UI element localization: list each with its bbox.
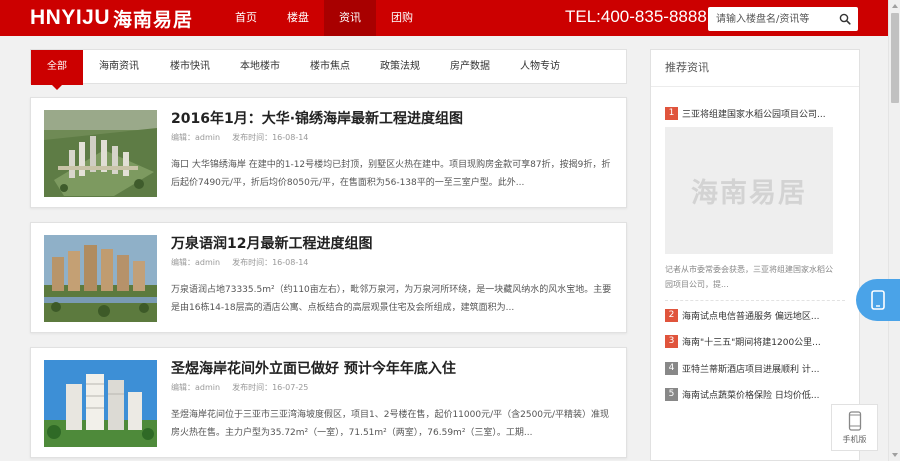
recommended-item[interactable]: 5 海南试点蔬菜价格保险 日均价低... xyxy=(665,387,837,401)
tab-policy[interactable]: 政策法规 xyxy=(365,50,435,85)
scroll-down-arrow-icon[interactable] xyxy=(892,453,898,457)
tab-property-data[interactable]: 房产数据 xyxy=(435,50,505,85)
floating-phone-button[interactable] xyxy=(856,279,900,321)
tab-all[interactable]: 全部 xyxy=(31,50,83,90)
article-meta: 编辑：admin 发布时间：16-08-14 xyxy=(171,132,308,143)
recommended-news-panel: 推荐资讯 1 三亚将组建国家水稻公园项目公司... 海南易居 记者从市委常委会获… xyxy=(650,49,860,461)
tab-local-market[interactable]: 本地楼市 xyxy=(225,50,295,85)
article-meta: 编辑：admin 发布时间：16-08-14 xyxy=(171,257,308,268)
logo-chinese-text: 海南易居 xyxy=(113,8,194,31)
tab-market-flash[interactable]: 楼市快讯 xyxy=(155,50,225,85)
article-summary: 圣煜海岸花间位于三亚市三亚湾海坡度假区，项目1、2号楼在售，起价11000元/平… xyxy=(171,410,610,438)
recommended-item-title: 海南试点蔬菜价格保险 日均价低... xyxy=(682,390,820,401)
article-title[interactable]: 圣煜海岸花间外立面已做好 预计今年年底入住 xyxy=(171,358,456,378)
article-summary: 万泉语润占地73335.5m²（约110亩左右），毗邻万泉河，为万泉河所环绕，是… xyxy=(171,285,612,313)
recommended-item[interactable]: 3 海南"十三五"期间将建1200公里... xyxy=(665,334,837,348)
recommended-item[interactable]: 4 亚特兰蒂斯酒店项目进展顺利 计... xyxy=(665,361,837,375)
recommended-image[interactable]: 海南易居 xyxy=(665,127,833,254)
rank-number: 5 xyxy=(665,387,678,401)
recommended-item-title: 海南"十三五"期间将建1200公里... xyxy=(682,337,821,348)
site-logo[interactable]: HNYIJU 海南易居 xyxy=(30,6,194,31)
article-card[interactable]: 2016年1月：大华·锦绣海岸最新工程进度组图 编辑：admin 发布时间：16-… xyxy=(30,97,627,208)
search-button[interactable] xyxy=(832,7,858,31)
recommended-item-title: 亚特兰蒂斯酒店项目进展顺利 计... xyxy=(682,364,820,375)
page-scrollbar[interactable] xyxy=(888,0,900,461)
category-tabs: 全部 海南资讯 楼市快讯 本地楼市 楼市焦点 政策法规 房产数据 人物专访 xyxy=(30,49,627,90)
article-date: 发布时间：16-08-14 xyxy=(232,133,309,142)
recommended-summary: 记者从市委常委会获悉，三亚将组建国家水稻公园项目公司，提... xyxy=(665,265,833,289)
top-header: HNYIJU 海南易居 首页 楼盘 资讯 团购 TEL:400-835-8888 xyxy=(0,0,888,36)
placeholder-image-text: 海南易居 xyxy=(691,178,807,209)
nav-group-buy[interactable]: 团购 xyxy=(376,0,428,36)
phone-icon xyxy=(871,290,885,310)
article-thumbnail[interactable] xyxy=(44,235,157,322)
nav-properties[interactable]: 楼盘 xyxy=(272,0,324,36)
rank-number: 2 xyxy=(665,308,678,322)
article-title[interactable]: 2016年1月：大华·锦绣海岸最新工程进度组图 xyxy=(171,108,463,128)
rank-number: 4 xyxy=(665,361,678,375)
hotline-number: TEL:400-835-8888 xyxy=(565,7,707,26)
scroll-thumb[interactable] xyxy=(891,13,899,103)
mobile-version-label: 手机版 xyxy=(842,434,867,444)
rank-number: 3 xyxy=(665,334,678,348)
article-editor: 编辑：admin xyxy=(171,133,221,142)
article-summary: 海口 大华锦绣海岸 在建中的1-12号楼均已封顶，别墅区火热在建中。项目现购房金… xyxy=(171,160,611,188)
mobile-phone-icon xyxy=(848,410,861,431)
mobile-version-button[interactable]: 手机版 xyxy=(831,404,878,451)
recommended-item[interactable]: 1 三亚将组建国家水稻公园项目公司... xyxy=(665,106,837,120)
article-editor: 编辑：admin xyxy=(171,258,221,267)
divider xyxy=(665,300,845,301)
article-card[interactable]: 万泉语润12月最新工程进度组图 编辑：admin 发布时间：16-08-14 万泉… xyxy=(30,222,627,333)
main-nav: 首页 楼盘 资讯 团购 xyxy=(220,0,428,36)
tab-hainan-news[interactable]: 海南资讯 xyxy=(83,50,155,85)
logo-latin-text: HNYIJU xyxy=(30,6,111,29)
nav-news[interactable]: 资讯 xyxy=(324,0,376,36)
search-box xyxy=(708,7,858,31)
search-icon xyxy=(839,13,851,25)
sidebar-title: 推荐资讯 xyxy=(651,50,859,87)
tab-interviews[interactable]: 人物专访 xyxy=(505,50,575,85)
nav-home[interactable]: 首页 xyxy=(220,0,272,36)
article-thumbnail[interactable] xyxy=(44,110,157,197)
tab-market-focus[interactable]: 楼市焦点 xyxy=(295,50,365,85)
recommended-item[interactable]: 2 海南试点电信普通服务 偏远地区... xyxy=(665,308,837,322)
article-date: 发布时间：16-08-14 xyxy=(232,258,309,267)
article-editor: 编辑：admin xyxy=(171,383,221,392)
article-date: 发布时间：16-07-25 xyxy=(232,383,309,392)
article-thumbnail[interactable] xyxy=(44,360,157,447)
search-input[interactable] xyxy=(708,7,832,31)
article-meta: 编辑：admin 发布时间：16-07-25 xyxy=(171,382,308,393)
scroll-up-arrow-icon[interactable] xyxy=(892,4,898,8)
article-title[interactable]: 万泉语润12月最新工程进度组图 xyxy=(171,233,372,253)
article-card[interactable]: 圣煜海岸花间外立面已做好 预计今年年底入住 编辑：admin 发布时间：16-07… xyxy=(30,347,627,458)
rank-number: 1 xyxy=(665,106,678,120)
recommended-item-title: 三亚将组建国家水稻公园项目公司... xyxy=(682,109,826,120)
recommended-item-title: 海南试点电信普通服务 偏远地区... xyxy=(682,311,820,322)
